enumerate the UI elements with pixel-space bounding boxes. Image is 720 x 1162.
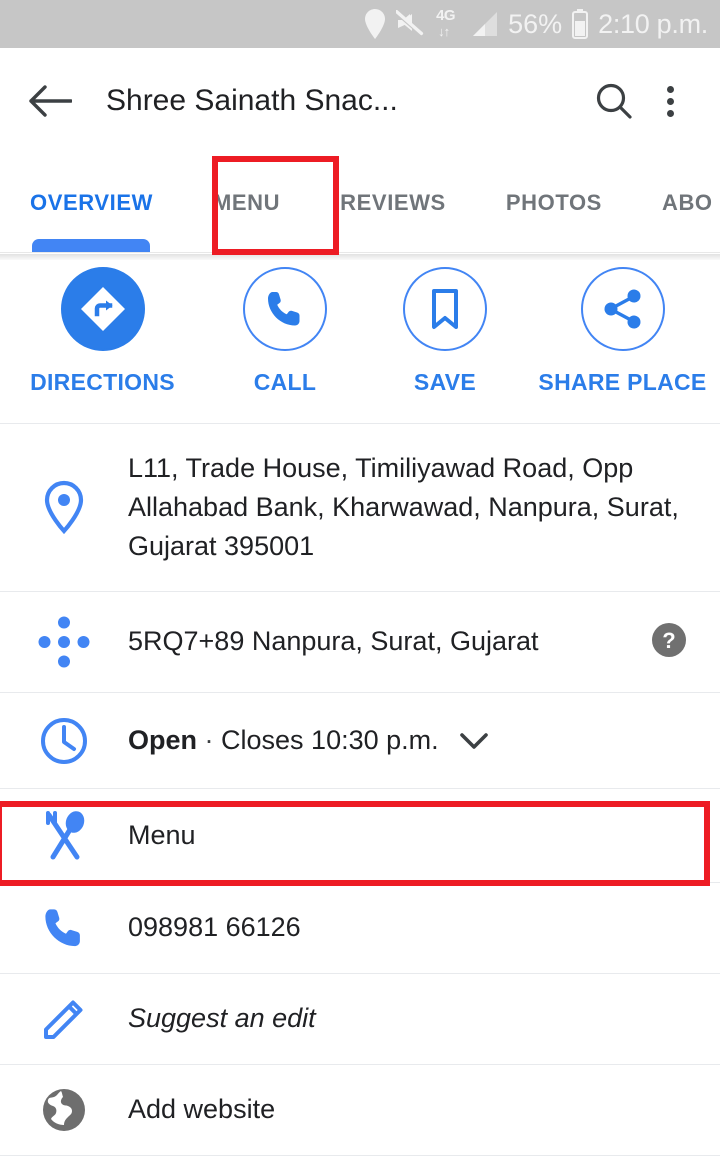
tab-menu[interactable]: MENU — [183, 154, 310, 252]
address-text: L11, Trade House, Timiliyawad Road, Opp … — [128, 452, 679, 562]
signal-bars-icon — [472, 11, 498, 37]
restaurant-menu-icon — [0, 789, 128, 882]
volume-mute-icon — [396, 10, 426, 38]
battery-icon — [572, 9, 589, 39]
app-bar: Shree Sainath Snac... — [0, 48, 720, 154]
overflow-menu-icon[interactable] — [642, 73, 698, 129]
tab-reviews[interactable]: REVIEWS — [310, 154, 476, 252]
hours-detail: Closes 10:30 p.m. — [221, 724, 439, 755]
call-label: CALL — [253, 369, 317, 395]
bookmark-icon — [403, 267, 487, 351]
tab-about[interactable]: ABO — [632, 154, 720, 252]
back-arrow-icon[interactable] — [22, 73, 78, 129]
phone-row[interactable]: 098981 66126 — [0, 883, 720, 973]
save-label: SAVE — [413, 369, 477, 395]
tab-active-indicator — [32, 239, 151, 252]
suggest-edit-row[interactable]: Suggest an edit — [0, 974, 720, 1064]
action-button-row: DIRECTIONS CALL SAVE SHARE PLACE — [0, 253, 720, 423]
call-button[interactable]: CALL — [205, 267, 365, 396]
share-place-button[interactable]: SHARE PLACE — [525, 267, 720, 396]
add-website-row[interactable]: Add website — [0, 1065, 720, 1155]
hours-separator: · — [197, 724, 222, 755]
tab-photos[interactable]: PHOTOS — [476, 154, 632, 252]
tab-menu-label: MENU — [212, 190, 281, 215]
plus-code-icon — [0, 592, 128, 692]
clock-icon — [0, 693, 128, 788]
hours-status: Open — [128, 724, 198, 755]
phone-icon — [243, 267, 327, 351]
save-button[interactable]: SAVE — [365, 267, 525, 396]
tab-bar: OVERVIEW MENU REVIEWS PHOTOS ABO — [0, 154, 720, 253]
phone-icon — [0, 883, 128, 973]
directions-button[interactable]: DIRECTIONS — [0, 267, 205, 396]
hours-row[interactable]: Open · Closes 10:30 p.m. — [0, 693, 720, 788]
plus-code-text: 5RQ7+89 Nanpura, Surat, Gujarat — [128, 626, 539, 657]
4g-data-icon: 4G ↓↑ — [436, 7, 456, 39]
help-icon[interactable]: ? — [650, 621, 688, 664]
menu-label: Menu — [128, 819, 196, 850]
share-icon — [580, 267, 665, 351]
status-bar: 4G ↓↑ 56% 2:10 p.m. — [0, 0, 720, 48]
menu-row[interactable]: Menu — [0, 789, 720, 882]
tab-reviews-label: REVIEWS — [340, 190, 446, 215]
phone-number: 098981 66126 — [128, 912, 301, 943]
svg-text:?: ? — [662, 628, 675, 653]
pencil-icon — [0, 974, 128, 1064]
share-place-label: SHARE PLACE — [538, 369, 707, 395]
tab-photos-label: PHOTOS — [505, 190, 602, 215]
directions-label: DIRECTIONS — [30, 369, 175, 395]
clock-label: 2:10 p.m. — [598, 8, 708, 39]
add-website-label: Add website — [128, 1094, 276, 1125]
place-pin-icon — [0, 424, 128, 591]
battery-percent-label: 56% — [508, 8, 563, 39]
address-row[interactable]: L11, Trade House, Timiliyawad Road, Opp … — [0, 424, 720, 591]
search-icon[interactable] — [586, 73, 642, 129]
tab-bar-shadow — [0, 254, 720, 260]
globe-icon — [0, 1065, 128, 1155]
tab-overview-label: OVERVIEW — [30, 190, 153, 215]
divider — [0, 1155, 720, 1156]
place-details-screen: 4G ↓↑ 56% 2:10 p.m. Shree Sainath Snac..… — [0, 0, 720, 1162]
suggest-edit-label: Suggest an edit — [128, 1003, 316, 1034]
chevron-down-icon[interactable] — [459, 731, 489, 751]
tab-overview[interactable]: OVERVIEW — [0, 154, 183, 252]
tab-about-label: ABO — [661, 190, 713, 215]
plus-code-row[interactable]: 5RQ7+89 Nanpura, Surat, Gujarat ? — [0, 592, 720, 692]
location-icon — [364, 9, 386, 39]
page-title: Shree Sainath Snac... — [106, 84, 398, 117]
directions-icon — [60, 267, 145, 351]
